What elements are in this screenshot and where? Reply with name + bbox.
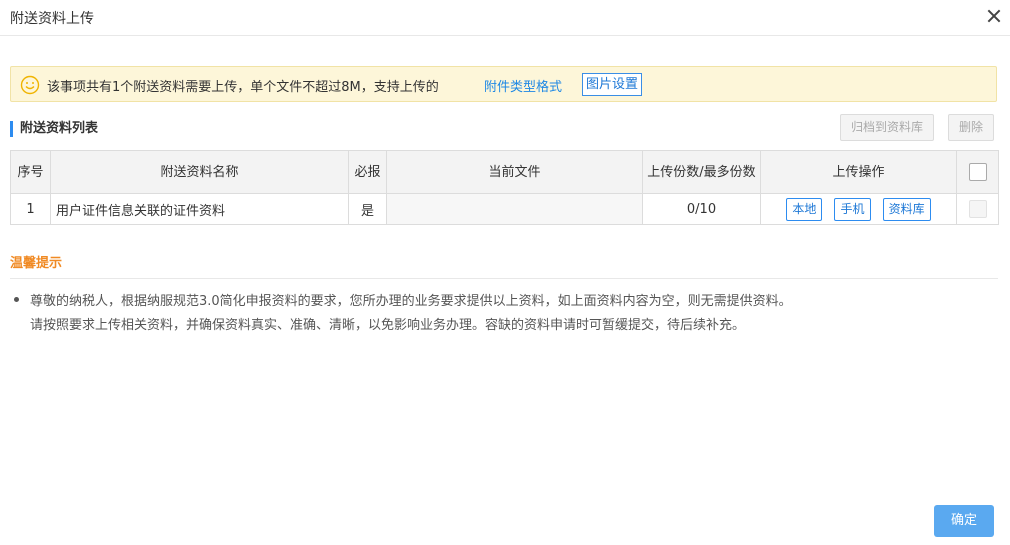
upload-phone-button[interactable]: 手机	[834, 197, 871, 221]
select-all-checkbox[interactable]	[968, 163, 987, 181]
dialog-title: 附送资料上传	[10, 11, 94, 27]
table-header-row: 序号 附送资料名称 必报 当前文件 上传份数/最多份数 上传操作	[10, 150, 999, 194]
table-row: 1 用户证件信息关联的证件资料 是 0/10 本地 手机 资料库	[10, 193, 999, 225]
bullet-icon	[14, 297, 19, 302]
row-checkbox[interactable]	[968, 200, 987, 218]
header-count: 上传份数/最多份数	[642, 150, 761, 194]
header-required: 必报	[348, 150, 387, 194]
header-operations: 上传操作	[760, 150, 957, 194]
cell-operations: 本地 手机 资料库	[760, 193, 957, 225]
header-name: 附送资料名称	[50, 150, 349, 194]
tips-title: 温馨提示	[10, 256, 63, 271]
cell-count: 0/10	[642, 193, 761, 225]
cell-required: 是	[348, 193, 387, 225]
cell-index: 1	[10, 193, 51, 225]
upload-local-button[interactable]: 本地	[786, 197, 823, 221]
dialog-header: 附送资料上传	[0, 0, 1010, 36]
attachment-format-link[interactable]: 附件类型格式	[484, 76, 562, 95]
tips-divider	[10, 278, 998, 279]
smile-icon	[20, 75, 40, 95]
section-title: 附送资料列表	[10, 121, 98, 137]
tips-line-1: 尊敬的纳税人，根据纳服规范3.0简化申报资料的要求，您所办理的业务要求提供以上资…	[30, 294, 792, 309]
cell-current-file	[386, 193, 643, 225]
upload-library-button[interactable]: 资料库	[882, 197, 931, 221]
header-select-all	[956, 150, 999, 194]
header-current-file: 当前文件	[386, 150, 643, 194]
cell-name: 用户证件信息关联的证件资料	[50, 193, 349, 225]
confirm-button[interactable]: 确定	[934, 505, 994, 537]
close-icon[interactable]	[986, 8, 1002, 24]
archive-to-library-button[interactable]: 归档到资料库	[840, 114, 934, 141]
image-settings-button[interactable]: 图片设置	[582, 73, 643, 96]
notice-banner: 该事项共有1个附送资料需要上传，单个文件不超过8M，支持上传的 附件类型格式 图…	[10, 66, 997, 102]
cell-select	[956, 193, 999, 225]
attachment-table: 序号 附送资料名称 必报 当前文件 上传份数/最多份数 上传操作 1 用户证件信…	[10, 150, 999, 225]
notice-text: 该事项共有1个附送资料需要上传，单个文件不超过8M，支持上传的	[47, 80, 439, 95]
header-index: 序号	[10, 150, 51, 194]
delete-button[interactable]: 删除	[948, 114, 994, 141]
tips-line-2: 请按照要求上传相关资料，并确保资料真实、准确、清晰，以免影响业务办理。容缺的资料…	[30, 318, 746, 333]
